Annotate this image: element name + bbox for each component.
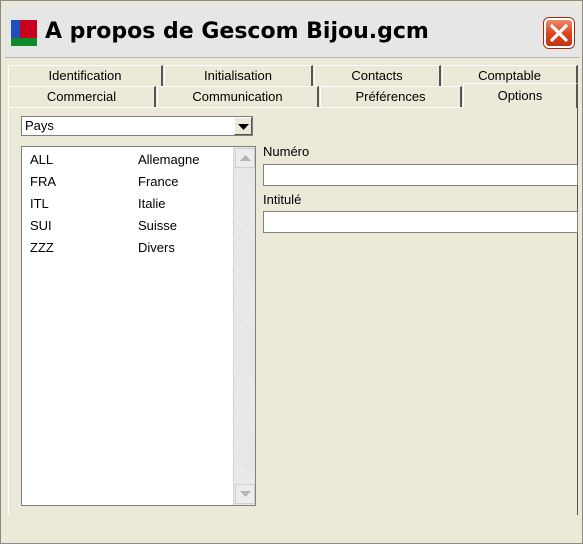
list-item[interactable]: ITL Italie (22, 193, 228, 215)
tab-initialisation[interactable]: Initialisation (164, 65, 313, 86)
arrow-up-icon (240, 155, 251, 161)
intitule-field[interactable] (263, 211, 578, 233)
close-button[interactable] (544, 18, 574, 48)
tab-identification[interactable]: Identification (8, 65, 163, 86)
category-dropdown[interactable]: Pays (21, 116, 253, 136)
window-title: A propos de Gescom Bijou.gcm (45, 19, 429, 44)
list-item-code: FRA (30, 174, 56, 189)
category-dropdown-value: Pays (25, 118, 54, 133)
dialog-client-area: Identification Initialisation Contacts C… (5, 59, 580, 541)
app-icon (11, 20, 37, 46)
numero-label: Numéro (263, 144, 310, 159)
tab-options[interactable]: Options (463, 83, 578, 108)
intitule-label: Intitulé (263, 192, 302, 207)
numero-field[interactable] (263, 164, 578, 186)
country-list[interactable]: ALL Allemagne FRA France ITL Italie SUI … (21, 146, 256, 506)
close-icon (550, 24, 568, 42)
dropdown-arrow-button[interactable] (234, 117, 252, 135)
list-item-code: ZZZ (30, 240, 54, 255)
list-item-code: ITL (30, 196, 49, 211)
tab-commercial[interactable]: Commercial (8, 86, 156, 107)
tab-contacts[interactable]: Contacts (314, 65, 441, 86)
list-item[interactable]: FRA France (22, 171, 228, 193)
list-item-name: Allemagne (138, 152, 200, 167)
list-scrollbar[interactable] (233, 147, 255, 505)
list-item-name: Suisse (138, 218, 178, 233)
scroll-down-button[interactable] (235, 484, 255, 504)
tab-row-2: Commercial Communication Préférences Opt… (5, 83, 580, 108)
list-item[interactable]: ZZZ Divers (22, 237, 228, 259)
list-item[interactable]: ALL Allemagne (22, 149, 228, 171)
list-item-code: ALL (30, 152, 54, 167)
arrow-down-icon (240, 491, 251, 497)
list-item[interactable]: SUI Suisse (22, 215, 228, 237)
about-dialog-window: A propos de Gescom Bijou.gcm Identificat… (0, 0, 583, 544)
list-item-name: Divers (138, 240, 175, 255)
tab-preferences[interactable]: Préférences (320, 86, 462, 107)
options-tab-panel: Pays ALL Allemagne FRA France ITL Italie… (8, 107, 578, 539)
tab-communication[interactable]: Communication (157, 86, 319, 107)
chevron-down-icon (238, 124, 249, 130)
list-item-name: Italie (138, 196, 166, 211)
list-item-name: France (138, 174, 179, 189)
status-bar (5, 515, 580, 541)
title-bar[interactable]: A propos de Gescom Bijou.gcm (5, 6, 580, 58)
list-item-code: SUI (30, 218, 52, 233)
scroll-up-button[interactable] (235, 148, 255, 168)
